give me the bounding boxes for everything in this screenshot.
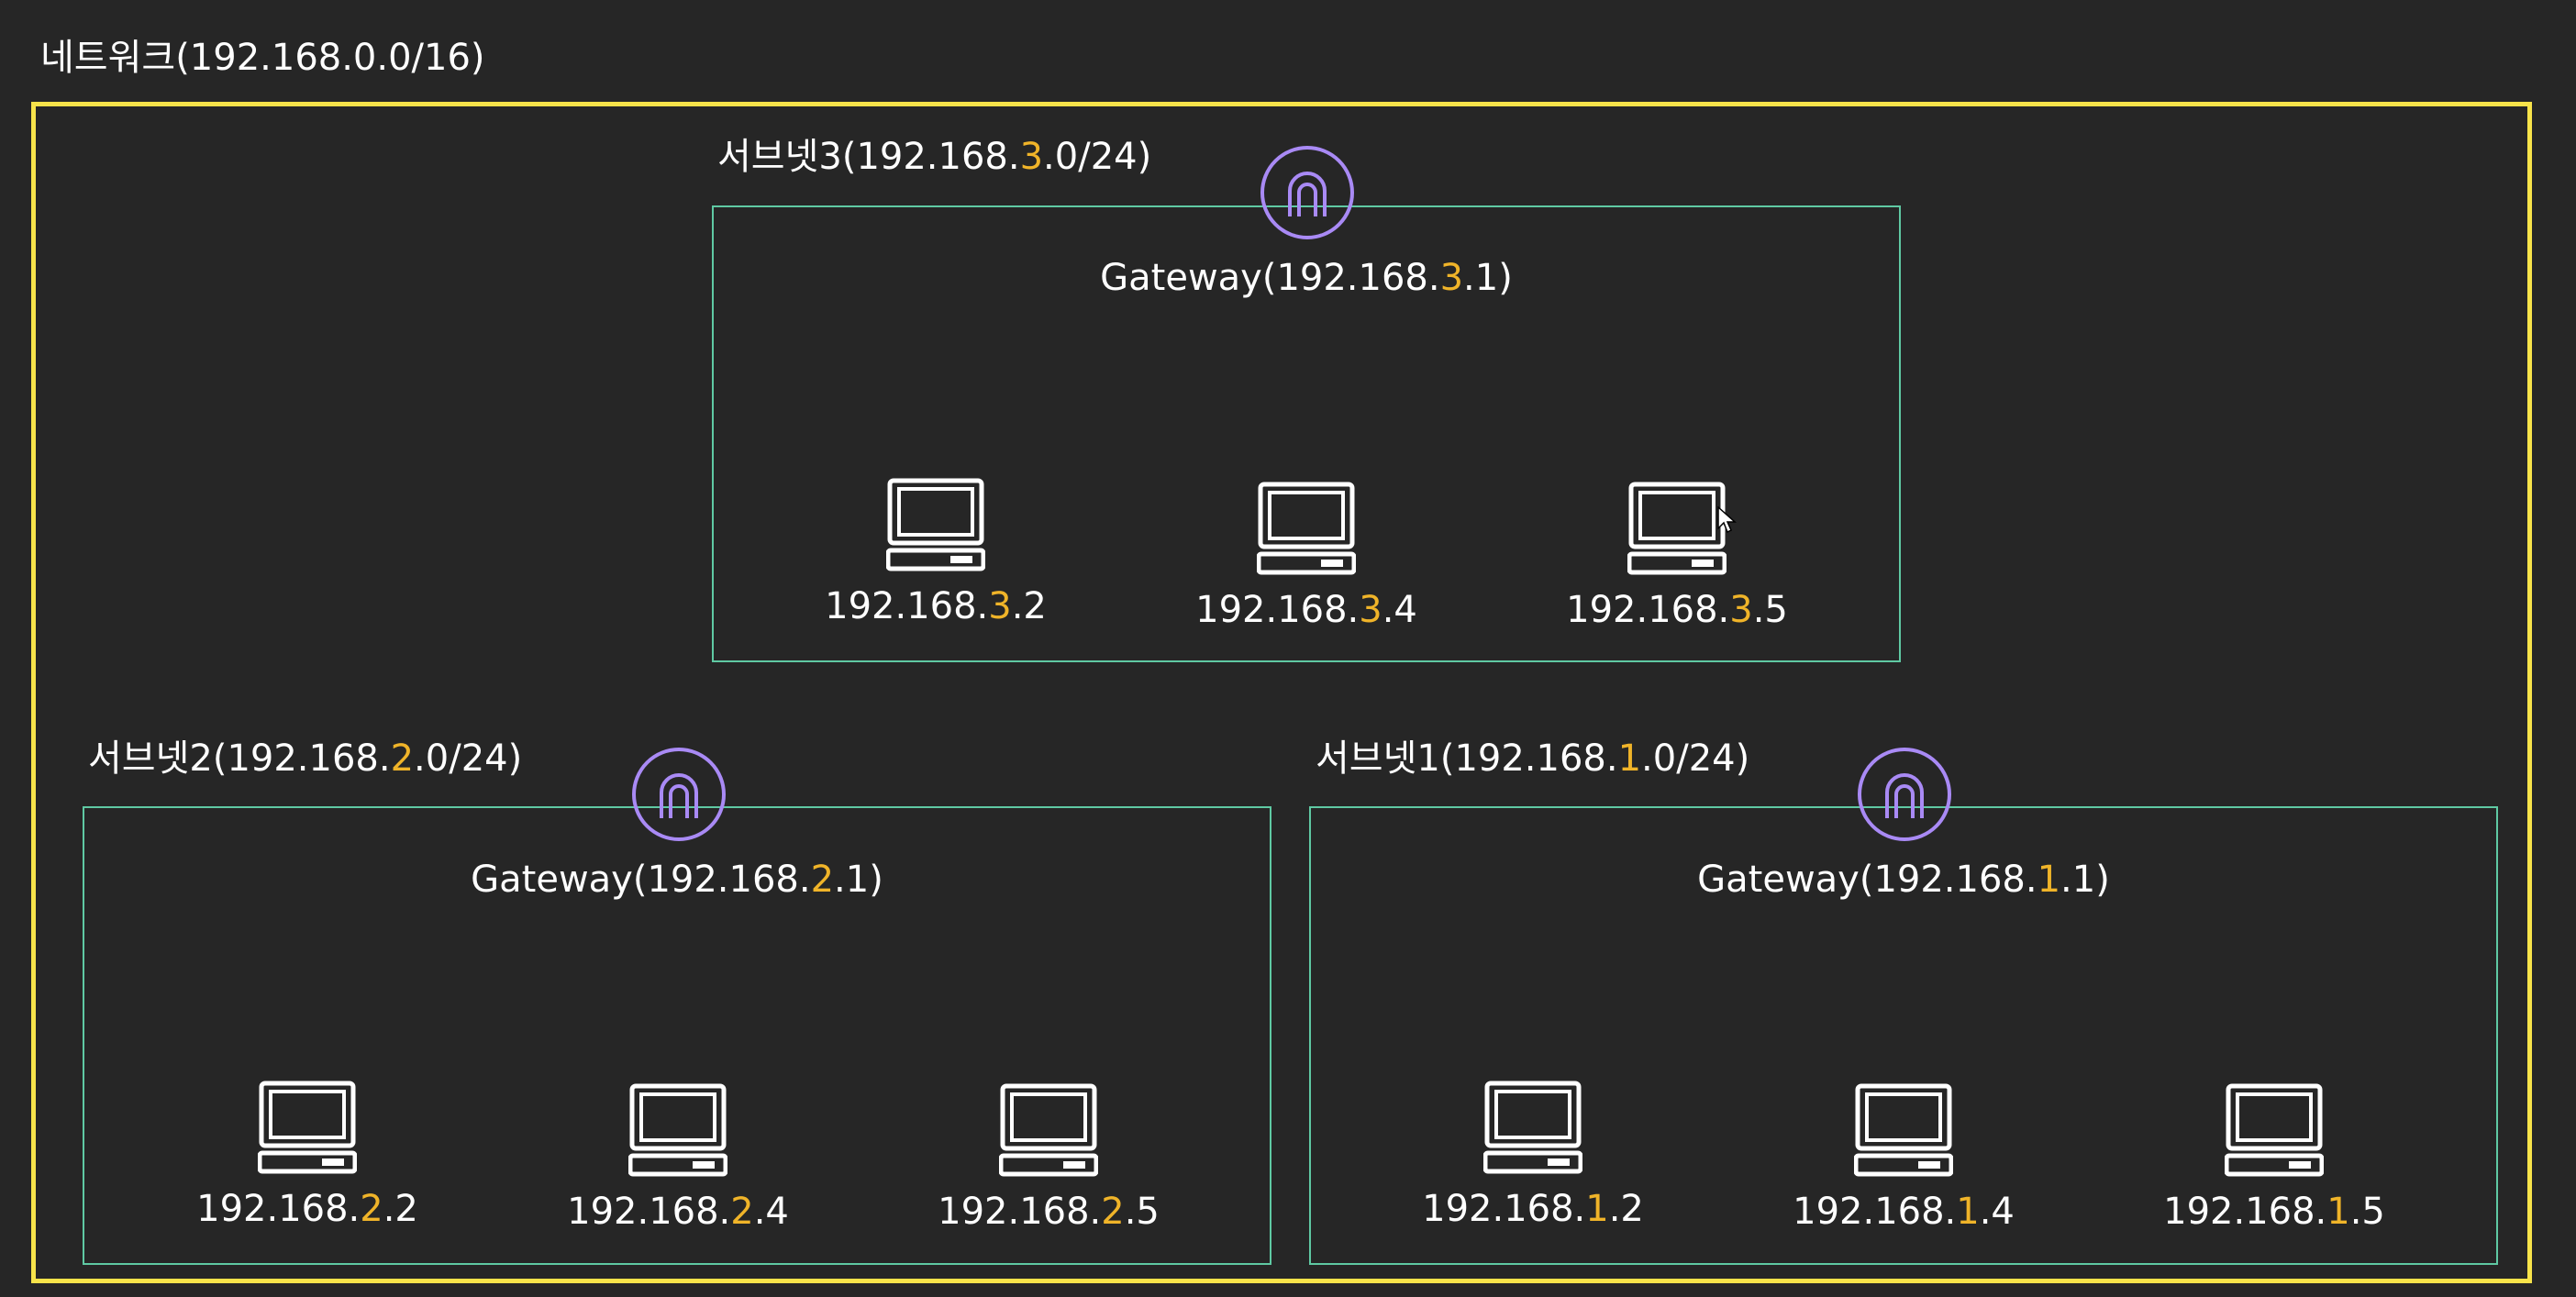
host-ip: 192.168.3.2 [825,585,1047,627]
computer-icon [1854,1083,1953,1177]
subnet2-gateway-label: Gateway(192.168.2.1) [471,859,883,901]
computer-icon [886,478,985,571]
computer-icon [258,1081,357,1174]
mouse-cursor-icon [1717,506,1737,534]
host: 192.168.2.2 [188,1080,427,1232]
host-ip: 192.168.3.4 [1195,589,1417,631]
host: 192.168.1.2 [1414,1080,1652,1232]
host: 192.168.2.5 [929,1082,1168,1235]
host-ip: 192.168.2.4 [567,1191,789,1233]
gateway-arch-icon [1260,146,1354,239]
computer-icon [628,1083,727,1177]
subnet3-title: 서브넷3(192.168.3.0/24) [717,136,1152,178]
gateway-arch-icon [632,748,726,841]
host: 192.168.1.5 [2155,1082,2393,1235]
subnet2-title: 서브넷2(192.168.2.0/24) [88,737,523,780]
computer-icon [999,1083,1098,1177]
host: 192.168.3.5 [1558,481,1796,633]
host-ip: 192.168.1.5 [2163,1191,2385,1233]
subnet3-gateway-label: Gateway(192.168.3.1) [1100,257,1513,299]
computer-icon [1257,482,1356,575]
subnet1-title: 서브넷1(192.168.1.0/24) [1316,737,1750,780]
gateway-arch-icon [1858,748,1951,841]
host-ip: 192.168.1.4 [1793,1191,2015,1233]
computer-icon [1627,482,1727,575]
computer-icon [1483,1081,1582,1174]
host-ip: 192.168.2.5 [938,1191,1160,1233]
host: 192.168.2.4 [559,1082,797,1235]
network-title: 네트워크(192.168.0.0/16) [40,37,485,79]
host: 192.168.3.4 [1187,481,1426,633]
host: 192.168.3.2 [816,477,1055,629]
host-ip: 192.168.2.2 [196,1188,418,1230]
computer-icon [2225,1083,2324,1177]
host-ip: 192.168.3.5 [1566,589,1788,631]
host: 192.168.1.4 [1784,1082,2023,1235]
host-ip: 192.168.1.2 [1422,1188,1644,1230]
subnet1-gateway-label: Gateway(192.168.1.1) [1697,859,2110,901]
